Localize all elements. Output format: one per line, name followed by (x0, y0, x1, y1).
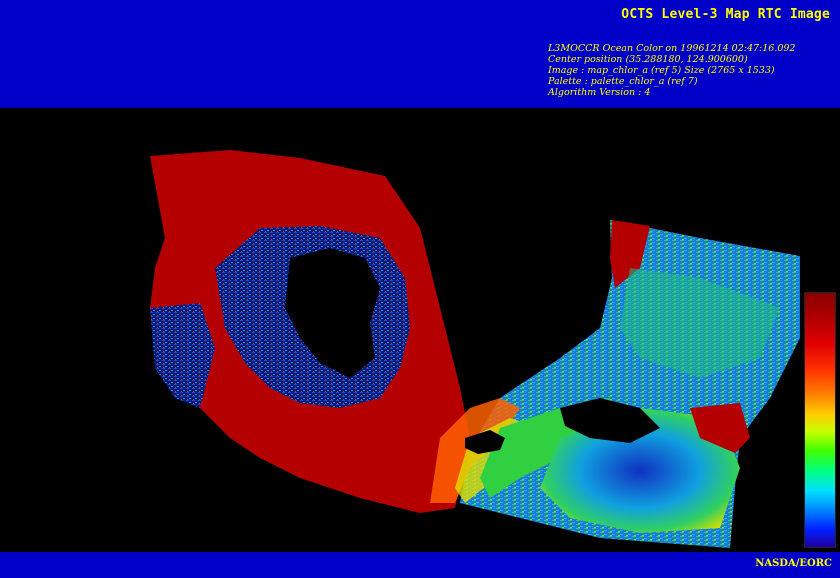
color-scale-bar (804, 292, 836, 548)
meta-line-image: Image : map_chlor_a (ref 5) Size (2765 x… (548, 65, 775, 76)
credit-text: NASDA/EORC (755, 558, 832, 569)
image-metadata: L3MOCCR Ocean Color on 19961214 02:47:16… (548, 43, 795, 98)
chlorophyll-map (150, 150, 800, 548)
meta-line-palette: Palette : palette_chlor_a (ref 7) (548, 76, 698, 87)
image-title: OCTS Level-3 Map RTC Image (621, 7, 830, 22)
meta-line-center: Center position (35.288180, 124.900600) (548, 54, 748, 65)
meta-line-algorithm: Algorithm Version : 4 (548, 87, 651, 98)
footer-banner: NASDA/EORC (0, 552, 840, 578)
header-banner: OCTS Level-3 Map RTC Image L3MOCCR Ocean… (0, 0, 840, 108)
meta-line-date: L3MOCCR Ocean Color on 19961214 02:47:16… (548, 43, 796, 54)
